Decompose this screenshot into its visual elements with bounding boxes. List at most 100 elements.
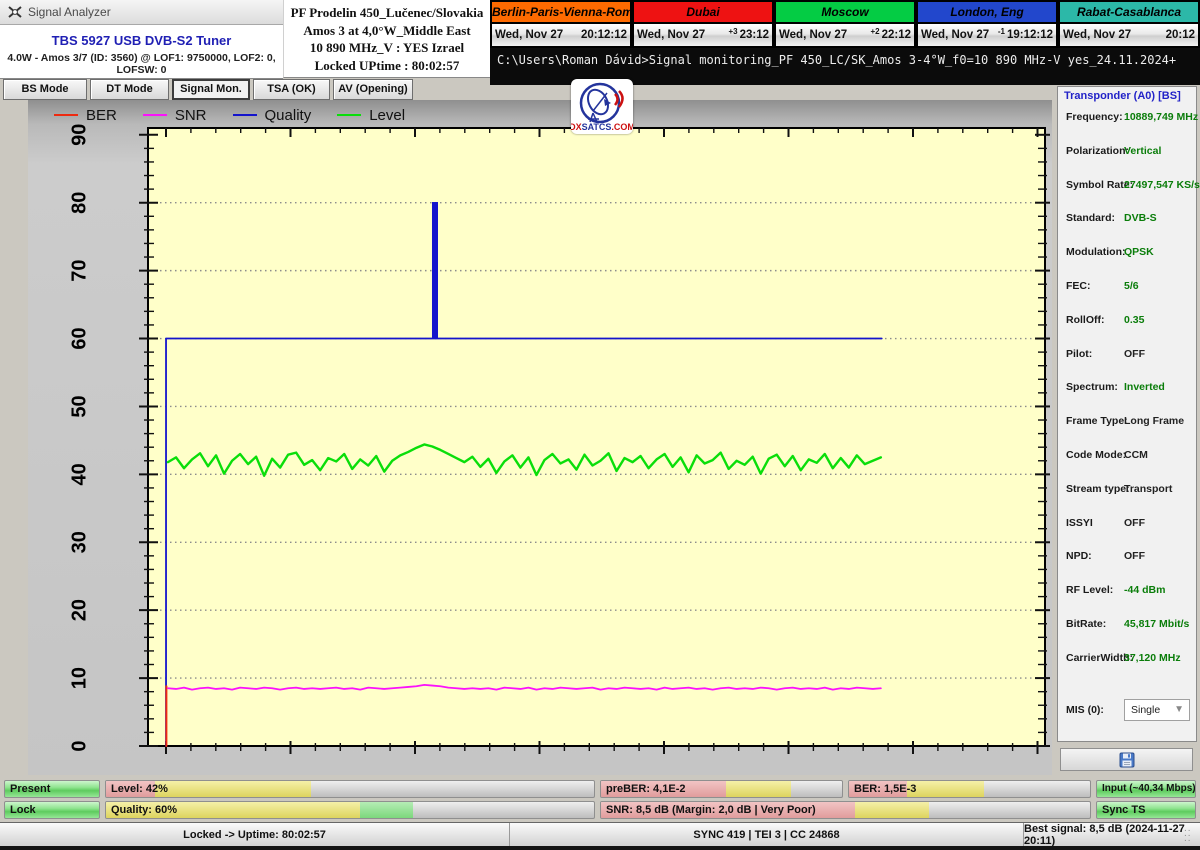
transponder-row: RollOff: 0.35 — [1058, 314, 1196, 328]
bar-segment-yellow — [855, 802, 929, 818]
bar-label: SNR: 8,5 dB (Margin: 2,0 dB | Very Poor) — [606, 804, 816, 816]
clock-time: 19:12:12 — [1006, 29, 1053, 41]
clock-time: 22:12 — [881, 29, 911, 41]
note-line: 10 890 MHz_V : YES Izrael — [309, 40, 465, 55]
floppy-disk-icon — [1119, 752, 1134, 767]
transponder-title: Transponder (A0) [BS] — [1064, 90, 1181, 102]
transponder-label: FEC: — [1066, 280, 1091, 292]
legend-swatch-ber — [54, 114, 78, 116]
tab-av-opening-[interactable]: AV (Opening) — [333, 79, 413, 100]
legend-item: BER — [54, 107, 117, 124]
clock-time: 20:12:12 — [580, 29, 627, 41]
bar-label: Present — [10, 783, 51, 795]
y-axis-label: 30 — [68, 531, 90, 553]
clock-date: Wed, Nov 27 — [1063, 29, 1132, 41]
clock-date: Wed, Nov 27 — [779, 29, 848, 41]
transponder-value: 10889,749 MHz — [1124, 111, 1199, 123]
transponder-label: Polarization: — [1066, 144, 1130, 157]
transponder-label: Spectrum: — [1066, 381, 1118, 394]
terminal-command-text: C:\Users\Roman Dávid>Signal monitoring_P… — [497, 53, 1177, 67]
clock-datetime: Wed, Nov 27 +2 22:12 — [774, 24, 916, 48]
status-lock-uptime: Locked -> Uptime: 80:02:57 — [0, 823, 510, 846]
logo-text-satcs: SATCS — [582, 122, 612, 132]
dxsatcs-logo: DXSATCS.COM — [569, 79, 635, 134]
tab-bs-mode[interactable]: BS Mode — [3, 79, 87, 100]
bar-segment-yellow — [154, 781, 311, 797]
transponder-row: CarrierWidth: 37,120 MHz — [1058, 652, 1196, 666]
clock-cell: London, Eng Wed, Nov 27 -1 19:12:12 — [916, 0, 1058, 48]
transponder-label: BitRate: — [1066, 618, 1107, 630]
transponder-label: Frame Type: — [1066, 415, 1128, 428]
tab-signal-mon-[interactable]: Signal Mon. — [172, 79, 250, 100]
clock-cell: Berlin-Paris-Vienna-Roma Wed, Nov 27 20:12… — [490, 0, 632, 48]
resize-grip[interactable]: .. .. .. — [1184, 824, 1198, 844]
y-axis-label: 70 — [68, 259, 90, 281]
transponder-row: Frequency: 10889,749 MHz — [1058, 111, 1199, 125]
transponder-value: OFF — [1124, 516, 1145, 529]
clock-city: Moscow — [774, 0, 916, 24]
save-button[interactable] — [1060, 748, 1193, 771]
legend-label: Quality — [264, 106, 312, 124]
window-titlebar: Signal Analyzer — [0, 0, 283, 25]
logo-text-dx: DX — [571, 122, 582, 132]
status-best-signal: Best signal: 8,5 dB (2024-11-27 20:11) — [1024, 822, 1185, 847]
clock-time: 23:12 — [739, 29, 769, 41]
transponder-label: Pilot: — [1066, 347, 1093, 360]
y-axis-label: 90 — [68, 124, 90, 146]
clock-datetime: Wed, Nov 27 20:12 — [1058, 24, 1200, 48]
clock-time: 20:12 — [1165, 29, 1195, 41]
tuner-config: 4.0W - Amos 3/7 (ID: 3560) @ LOF1: 97500… — [7, 52, 276, 76]
clock-datetime: Wed, Nov 27 +3 23:12 — [632, 24, 774, 48]
world-clocks: Berlin-Paris-Vienna-Roma Wed, Nov 27 20:12… — [490, 0, 1200, 48]
clock-utc-offset: +2 — [870, 26, 880, 36]
window-title: Signal Analyzer — [28, 5, 111, 19]
transponder-value: QPSK — [1124, 246, 1154, 259]
transponder-row: NPD: OFF — [1058, 550, 1196, 564]
tab-tsa-ok-[interactable]: TSA (OK) — [253, 79, 330, 100]
bar-segment-green — [359, 802, 414, 818]
bar-label: Sync TS — [1102, 804, 1146, 816]
svg-text:DXSATCS.COM: DXSATCS.COM — [571, 122, 633, 132]
note-line: Amos 3 at 4,0°W_Middle East — [303, 22, 471, 38]
transponder-row: Standard: DVB-S — [1058, 212, 1196, 226]
transponder-row: RF Level: -44 dBm — [1058, 584, 1196, 598]
tuner-info-panel: TBS 5927 USB DVB-S2 Tuner 4.0W - Amos 3/… — [0, 25, 283, 79]
transponder-label: CarrierWidth: — [1066, 651, 1133, 664]
legend-swatch-quality — [232, 114, 257, 116]
transponder-value: OFF — [1124, 347, 1145, 360]
legend-item: SNR — [142, 107, 207, 124]
transponder-label: Code Mode: — [1066, 449, 1127, 461]
clock-city: London, Eng — [916, 0, 1058, 24]
chevron-down-icon: ▼ — [1174, 704, 1184, 715]
transponder-row: Frame Type: Long Frame — [1058, 415, 1196, 429]
clock-utc-offset: +3 — [728, 26, 738, 36]
note-line: Locked UPtime : 80:02:57 — [314, 57, 460, 73]
mis-dropdown[interactable]: Single ▼ — [1124, 699, 1190, 721]
y-axis-label: 40 — [68, 463, 90, 485]
y-axis-label: 20 — [68, 599, 90, 621]
clock-city: Dubai — [632, 0, 774, 24]
transponder-value: 5/6 — [1124, 280, 1139, 292]
legend-item: Level — [337, 107, 405, 124]
transponder-value: 37,120 MHz — [1124, 651, 1181, 664]
legend-label: Level — [369, 106, 406, 124]
bar-label: preBER: 4,1E-2 — [606, 783, 686, 795]
mis-label: MIS (0): — [1066, 704, 1104, 716]
y-axis-label: 50 — [68, 395, 90, 417]
transponder-row: Pilot: OFF — [1058, 348, 1196, 362]
clock-date: Wed, Nov 27 — [921, 29, 990, 41]
transponder-value: Vertical — [1124, 144, 1162, 157]
app-window: Signal Analyzer TBS 5927 USB DVB-S2 Tune… — [0, 0, 1200, 850]
legend-swatch-level — [337, 114, 362, 116]
tab-dt-mode[interactable]: DT Mode — [90, 79, 169, 100]
transponder-value: Inverted — [1124, 381, 1165, 394]
window-bottom-edge — [0, 846, 1200, 850]
note-line: PF Prodelin 450_Lučenec/Slovakia — [290, 5, 484, 20]
transponder-label: Modulation: — [1066, 246, 1126, 259]
transponder-label: NPD: — [1066, 550, 1092, 563]
y-axis-label: 80 — [68, 192, 90, 214]
app-icon — [8, 6, 22, 18]
transponder-row: Spectrum: Inverted — [1058, 381, 1196, 395]
legend-swatch-snr — [142, 114, 167, 116]
logo-text-com: .COM — [611, 122, 633, 132]
